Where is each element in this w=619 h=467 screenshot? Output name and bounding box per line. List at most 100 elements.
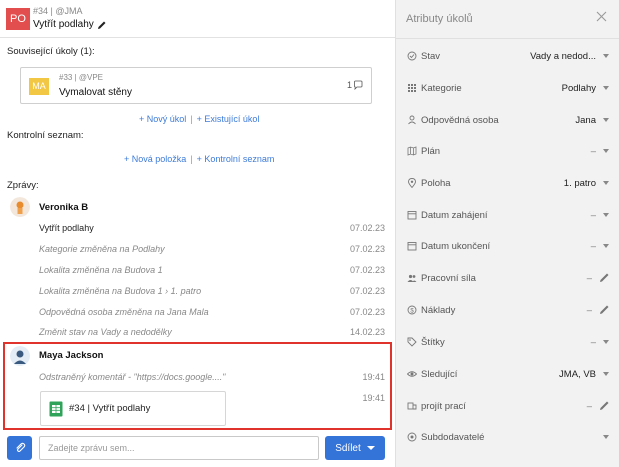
pencil-icon[interactable]	[97, 20, 107, 30]
person-icon	[408, 115, 416, 125]
attribute-value: 1. patro	[563, 177, 596, 189]
attribute-value: –	[590, 145, 596, 157]
messages-label: Zprávy:	[7, 180, 39, 191]
task-code: #34 | @JMA	[33, 6, 83, 16]
message-date: 07.02.23	[349, 286, 385, 296]
attribute-end-date[interactable]: Datum ukončení –	[396, 236, 619, 256]
attach-button[interactable]	[7, 436, 32, 460]
attribute-label: Kategorie	[421, 82, 462, 94]
attribute-status[interactable]: Stav Vady a nedod...	[396, 46, 619, 66]
task-title: Vytřít podlahy	[33, 19, 94, 30]
attribute-label: Plán	[421, 145, 441, 157]
chevron-down-icon	[366, 446, 375, 450]
people-icon	[407, 274, 417, 282]
paperclip-icon	[15, 442, 25, 453]
attribute-followers[interactable]: Sledující JMA, VB	[396, 364, 619, 384]
chevron-down-icon	[603, 340, 609, 344]
chevron-down-icon	[603, 435, 609, 439]
chevron-down-icon	[603, 181, 609, 185]
new-task-link[interactable]: + Nový úkol	[139, 114, 186, 124]
linked-task-card[interactable]: #34 | Vytřít podlahy	[40, 391, 226, 426]
message-text: Lokalita změněna na Budova 1 › 1. patro	[39, 286, 202, 296]
attribute-value: Jana	[575, 114, 596, 126]
attribute-work-review[interactable]: projít prací –	[396, 396, 619, 416]
pencil-icon[interactable]	[599, 272, 610, 283]
attribute-start-date[interactable]: Datum zahájení –	[396, 205, 619, 225]
chevron-down-icon	[603, 54, 609, 58]
attribute-value: –	[590, 336, 596, 348]
attribute-location[interactable]: Poloha 1. patro	[396, 173, 619, 193]
attribute-label: Poloha	[421, 177, 451, 189]
message-composer: Sdílet	[0, 432, 395, 467]
calendar-icon	[407, 211, 417, 220]
map-icon	[407, 146, 417, 156]
comment-count: 1	[347, 80, 363, 90]
message-text: Odpovědná osoba změněna na Jana Mala	[39, 307, 209, 317]
tag-icon	[407, 337, 417, 347]
attribute-tags[interactable]: Štítky –	[396, 332, 619, 352]
chevron-down-icon	[603, 86, 609, 90]
related-tasks-label: Související úkoly (1):	[7, 46, 95, 57]
message-author: Maya Jackson	[39, 350, 104, 361]
attributes-title: Atributy úkolů	[406, 13, 473, 25]
attribute-label: Odpovědná osoba	[421, 114, 499, 126]
message-date: 07.02.23	[349, 265, 385, 275]
subcontractor-icon	[407, 432, 417, 442]
eye-icon	[407, 371, 417, 377]
attribute-value: –	[586, 272, 592, 284]
message-date: 07.02.23	[349, 244, 385, 254]
coin-icon: $	[407, 305, 417, 315]
pencil-icon[interactable]	[599, 400, 610, 411]
message-text: Lokalita změněna na Budova 1	[39, 265, 163, 275]
message-row: Vytřít podlahy 07.02.23	[39, 223, 385, 233]
attributes-panel: Atributy úkolů Stav Vady a nedod... Kate…	[395, 0, 619, 467]
new-checklist-link[interactable]: + Kontrolní seznam	[197, 154, 275, 164]
attribute-label: Pracovní síla	[421, 272, 476, 284]
status-icon	[407, 51, 417, 61]
task-badge: PO	[6, 8, 30, 30]
avatar	[10, 197, 30, 217]
attribute-workforce[interactable]: Pracovní síla –	[396, 268, 619, 288]
chevron-down-icon	[603, 244, 609, 248]
chevron-down-icon	[603, 118, 609, 122]
attribute-value: –	[586, 400, 592, 412]
attribute-value: Podlahy	[561, 82, 596, 94]
attribute-subcontractors[interactable]: Subdodavatelé	[396, 427, 619, 447]
attribute-responsible-person[interactable]: Odpovědná osoba Jana	[396, 110, 619, 130]
message-row: Odstraněný komentář - "https://docs.goog…	[39, 372, 385, 382]
message-text: Změnit stav na Vady a nedodělky	[39, 327, 172, 337]
share-button[interactable]: Sdílet	[325, 436, 385, 460]
message-row: Lokalita změněna na Budova 1 › 1. patro …	[39, 286, 385, 296]
message-row: Změnit stav na Vady a nedodělky 14.02.23	[39, 327, 385, 337]
new-item-link[interactable]: + Nová položka	[124, 154, 186, 164]
attribute-costs[interactable]: $ Náklady –	[396, 300, 619, 320]
related-links: + Nový úkol | + Existující úkol	[139, 114, 260, 124]
attribute-label: Datum zahájení	[421, 209, 488, 221]
message-text: Vytřít podlahy	[39, 223, 94, 233]
related-task-card[interactable]: MA #33 | @VPE Vymalovat stěny 1	[20, 67, 372, 104]
attribute-value: –	[586, 304, 592, 316]
task-detail-panel: PO #34 | @JMA Vytřít podlahy Související…	[0, 0, 395, 467]
work-icon	[407, 402, 417, 410]
close-icon[interactable]	[596, 11, 607, 22]
existing-task-link[interactable]: + Existující úkol	[197, 114, 260, 124]
attribute-category[interactable]: Kategorie Podlahy	[396, 78, 619, 98]
task-title-row[interactable]: Vytřít podlahy	[33, 19, 107, 30]
attribute-value: JMA, VB	[559, 368, 596, 380]
attribute-plan[interactable]: Plán –	[396, 141, 619, 161]
attribute-label: projít prací	[421, 400, 466, 412]
message-input[interactable]	[39, 436, 319, 460]
chevron-down-icon	[603, 372, 609, 376]
location-pin-icon	[408, 178, 416, 188]
message-author: Veronika B	[39, 202, 89, 213]
divider	[396, 38, 619, 39]
attribute-label: Náklady	[421, 304, 456, 316]
attribute-label: Štítky	[421, 336, 445, 348]
pencil-icon[interactable]	[599, 304, 610, 315]
calendar-icon	[407, 242, 417, 251]
message-date: 19:41	[362, 372, 385, 382]
attribute-label: Stav	[421, 50, 441, 62]
comment-icon	[354, 80, 363, 90]
checklist-links: + Nová položka | + Kontrolní seznam	[124, 154, 275, 164]
chevron-down-icon	[603, 213, 609, 217]
